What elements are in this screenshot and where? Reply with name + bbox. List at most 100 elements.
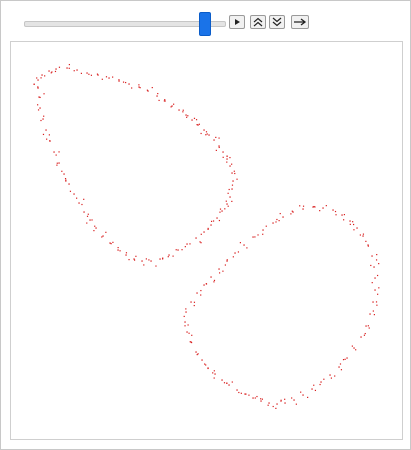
data-point xyxy=(320,381,322,383)
data-point xyxy=(81,203,83,206)
data-point xyxy=(213,279,216,282)
data-point xyxy=(214,373,216,375)
data-point xyxy=(376,304,378,306)
data-point xyxy=(372,301,374,303)
data-point xyxy=(37,104,39,106)
data-point xyxy=(215,149,217,151)
data-point xyxy=(86,222,88,224)
data-point xyxy=(122,81,125,83)
data-point xyxy=(229,165,231,167)
data-point xyxy=(313,384,315,386)
data-point xyxy=(159,258,161,260)
data-point xyxy=(275,221,277,223)
data-point xyxy=(56,162,58,164)
data-point xyxy=(213,377,215,379)
data-point xyxy=(135,255,137,257)
data-point xyxy=(232,180,234,182)
data-point xyxy=(184,321,186,323)
faster-button[interactable] xyxy=(250,15,266,29)
data-point xyxy=(332,209,334,211)
data-point xyxy=(91,219,93,221)
data-point xyxy=(151,86,153,89)
slider-thumb[interactable] xyxy=(199,12,211,36)
data-point xyxy=(138,84,140,86)
data-point xyxy=(373,314,375,316)
data-point xyxy=(143,264,145,266)
data-point xyxy=(374,277,376,279)
data-point xyxy=(218,145,220,147)
data-point xyxy=(68,67,70,69)
data-point xyxy=(93,230,95,232)
animation-slider[interactable] xyxy=(24,12,226,36)
data-point xyxy=(257,234,259,236)
slower-button[interactable] xyxy=(269,15,285,29)
data-point xyxy=(141,260,143,262)
data-point xyxy=(227,192,229,194)
data-point xyxy=(215,136,217,138)
data-point xyxy=(58,162,60,164)
data-point xyxy=(234,172,236,175)
data-point xyxy=(299,205,301,207)
data-point xyxy=(54,70,57,73)
data-point xyxy=(90,74,93,76)
data-point xyxy=(343,213,345,216)
double-chevron-down-icon xyxy=(272,17,282,27)
data-point xyxy=(101,236,103,238)
play-button[interactable] xyxy=(229,15,245,29)
data-point xyxy=(213,370,215,372)
direction-button[interactable] xyxy=(291,15,309,29)
data-point xyxy=(262,229,264,231)
data-point xyxy=(365,325,367,327)
data-point xyxy=(272,405,274,408)
data-point xyxy=(229,156,231,159)
data-point xyxy=(45,129,47,131)
data-point xyxy=(191,334,193,336)
data-point xyxy=(167,256,169,258)
data-point xyxy=(224,264,226,266)
data-point xyxy=(112,76,114,78)
data-point xyxy=(201,359,203,361)
data-point xyxy=(300,391,302,393)
data-point xyxy=(188,332,190,334)
data-point xyxy=(222,270,224,272)
data-point xyxy=(225,200,227,202)
data-point xyxy=(295,403,297,405)
data-point xyxy=(363,334,366,336)
data-point xyxy=(267,404,269,406)
data-point xyxy=(58,151,60,153)
data-point xyxy=(44,75,46,77)
data-point xyxy=(231,172,233,174)
data-point xyxy=(302,205,305,207)
data-point xyxy=(243,244,245,246)
series-2 xyxy=(183,205,380,409)
data-point xyxy=(335,214,337,216)
data-point xyxy=(355,349,357,351)
data-point xyxy=(367,245,369,247)
data-point xyxy=(334,375,336,377)
data-point xyxy=(278,220,280,222)
data-point xyxy=(226,382,228,384)
data-point xyxy=(186,116,188,118)
data-point xyxy=(163,100,165,102)
data-point xyxy=(373,266,375,268)
data-point xyxy=(240,392,242,394)
data-point xyxy=(231,200,233,202)
data-point xyxy=(76,69,78,71)
data-point xyxy=(196,292,198,294)
data-point xyxy=(43,93,45,95)
data-point xyxy=(110,243,112,245)
data-point xyxy=(105,76,108,78)
data-point xyxy=(370,264,372,267)
data-point xyxy=(155,265,157,267)
data-point xyxy=(228,188,230,191)
data-point xyxy=(221,210,223,212)
data-point xyxy=(334,210,337,213)
data-point xyxy=(191,119,193,121)
data-point xyxy=(189,243,191,245)
data-point xyxy=(236,389,238,391)
data-point xyxy=(231,381,233,383)
data-point xyxy=(184,246,186,248)
data-point xyxy=(210,224,212,226)
data-point xyxy=(226,203,228,205)
data-point xyxy=(302,394,304,396)
